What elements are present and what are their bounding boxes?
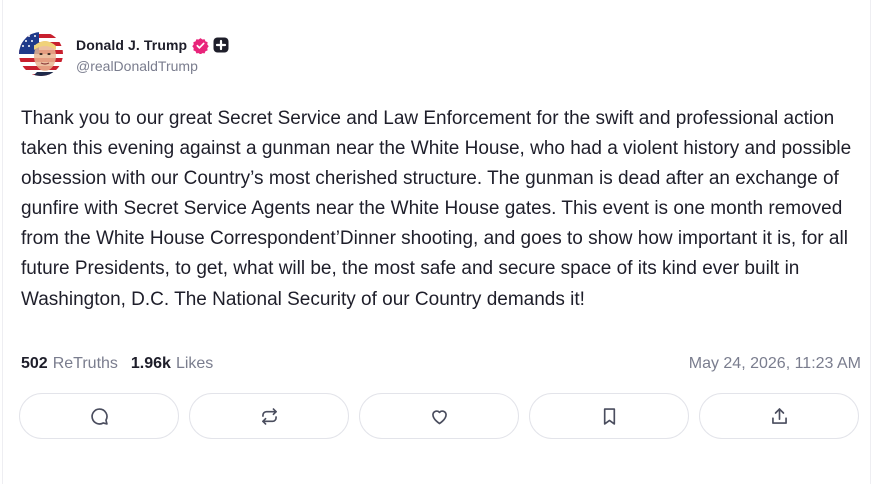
like-icon [431, 409, 447, 424]
retruth-icon [261, 407, 277, 425]
reply-button[interactable] [19, 393, 179, 439]
likes-count[interactable]: 1.96k [131, 355, 171, 373]
post-header: Donald J. Trump @realDonaldTrump [19, 32, 229, 76]
avatar[interactable] [19, 32, 63, 76]
action-bar [19, 393, 859, 439]
post-timestamp[interactable]: May 24, 2026, 11:23 AM [689, 355, 861, 373]
post-body-text: Thank you to our great Secret Service an… [21, 108, 852, 310]
retruth-button[interactable] [189, 393, 349, 439]
share-icon [771, 407, 787, 424]
retruths-count[interactable]: 502 [21, 355, 48, 373]
engagement-counts: 502 ReTruths 1.96k Likes [21, 355, 213, 373]
reply-icon [90, 407, 108, 425]
display-name[interactable]: Donald J. Trump [76, 37, 187, 53]
like-button[interactable] [359, 393, 519, 439]
bookmark-button[interactable] [529, 393, 689, 439]
avatar-image [19, 32, 63, 76]
author-handle[interactable]: @realDonaldTrump [76, 58, 229, 74]
truth-plus-icon [213, 37, 229, 53]
post-card: Donald J. Trump @realDonaldTrump Thank y… [2, 0, 871, 484]
share-button[interactable] [699, 393, 859, 439]
verified-badge-icon [192, 37, 209, 54]
name-row: Donald J. Trump [76, 35, 229, 55]
likes-label[interactable]: Likes [176, 355, 213, 373]
author-info: Donald J. Trump @realDonaldTrump [76, 35, 229, 74]
bookmark-icon [603, 407, 615, 425]
post-stats: 502 ReTruths 1.96k Likes May 24, 2026, 1… [21, 355, 861, 373]
retruths-label[interactable]: ReTruths [53, 355, 118, 373]
